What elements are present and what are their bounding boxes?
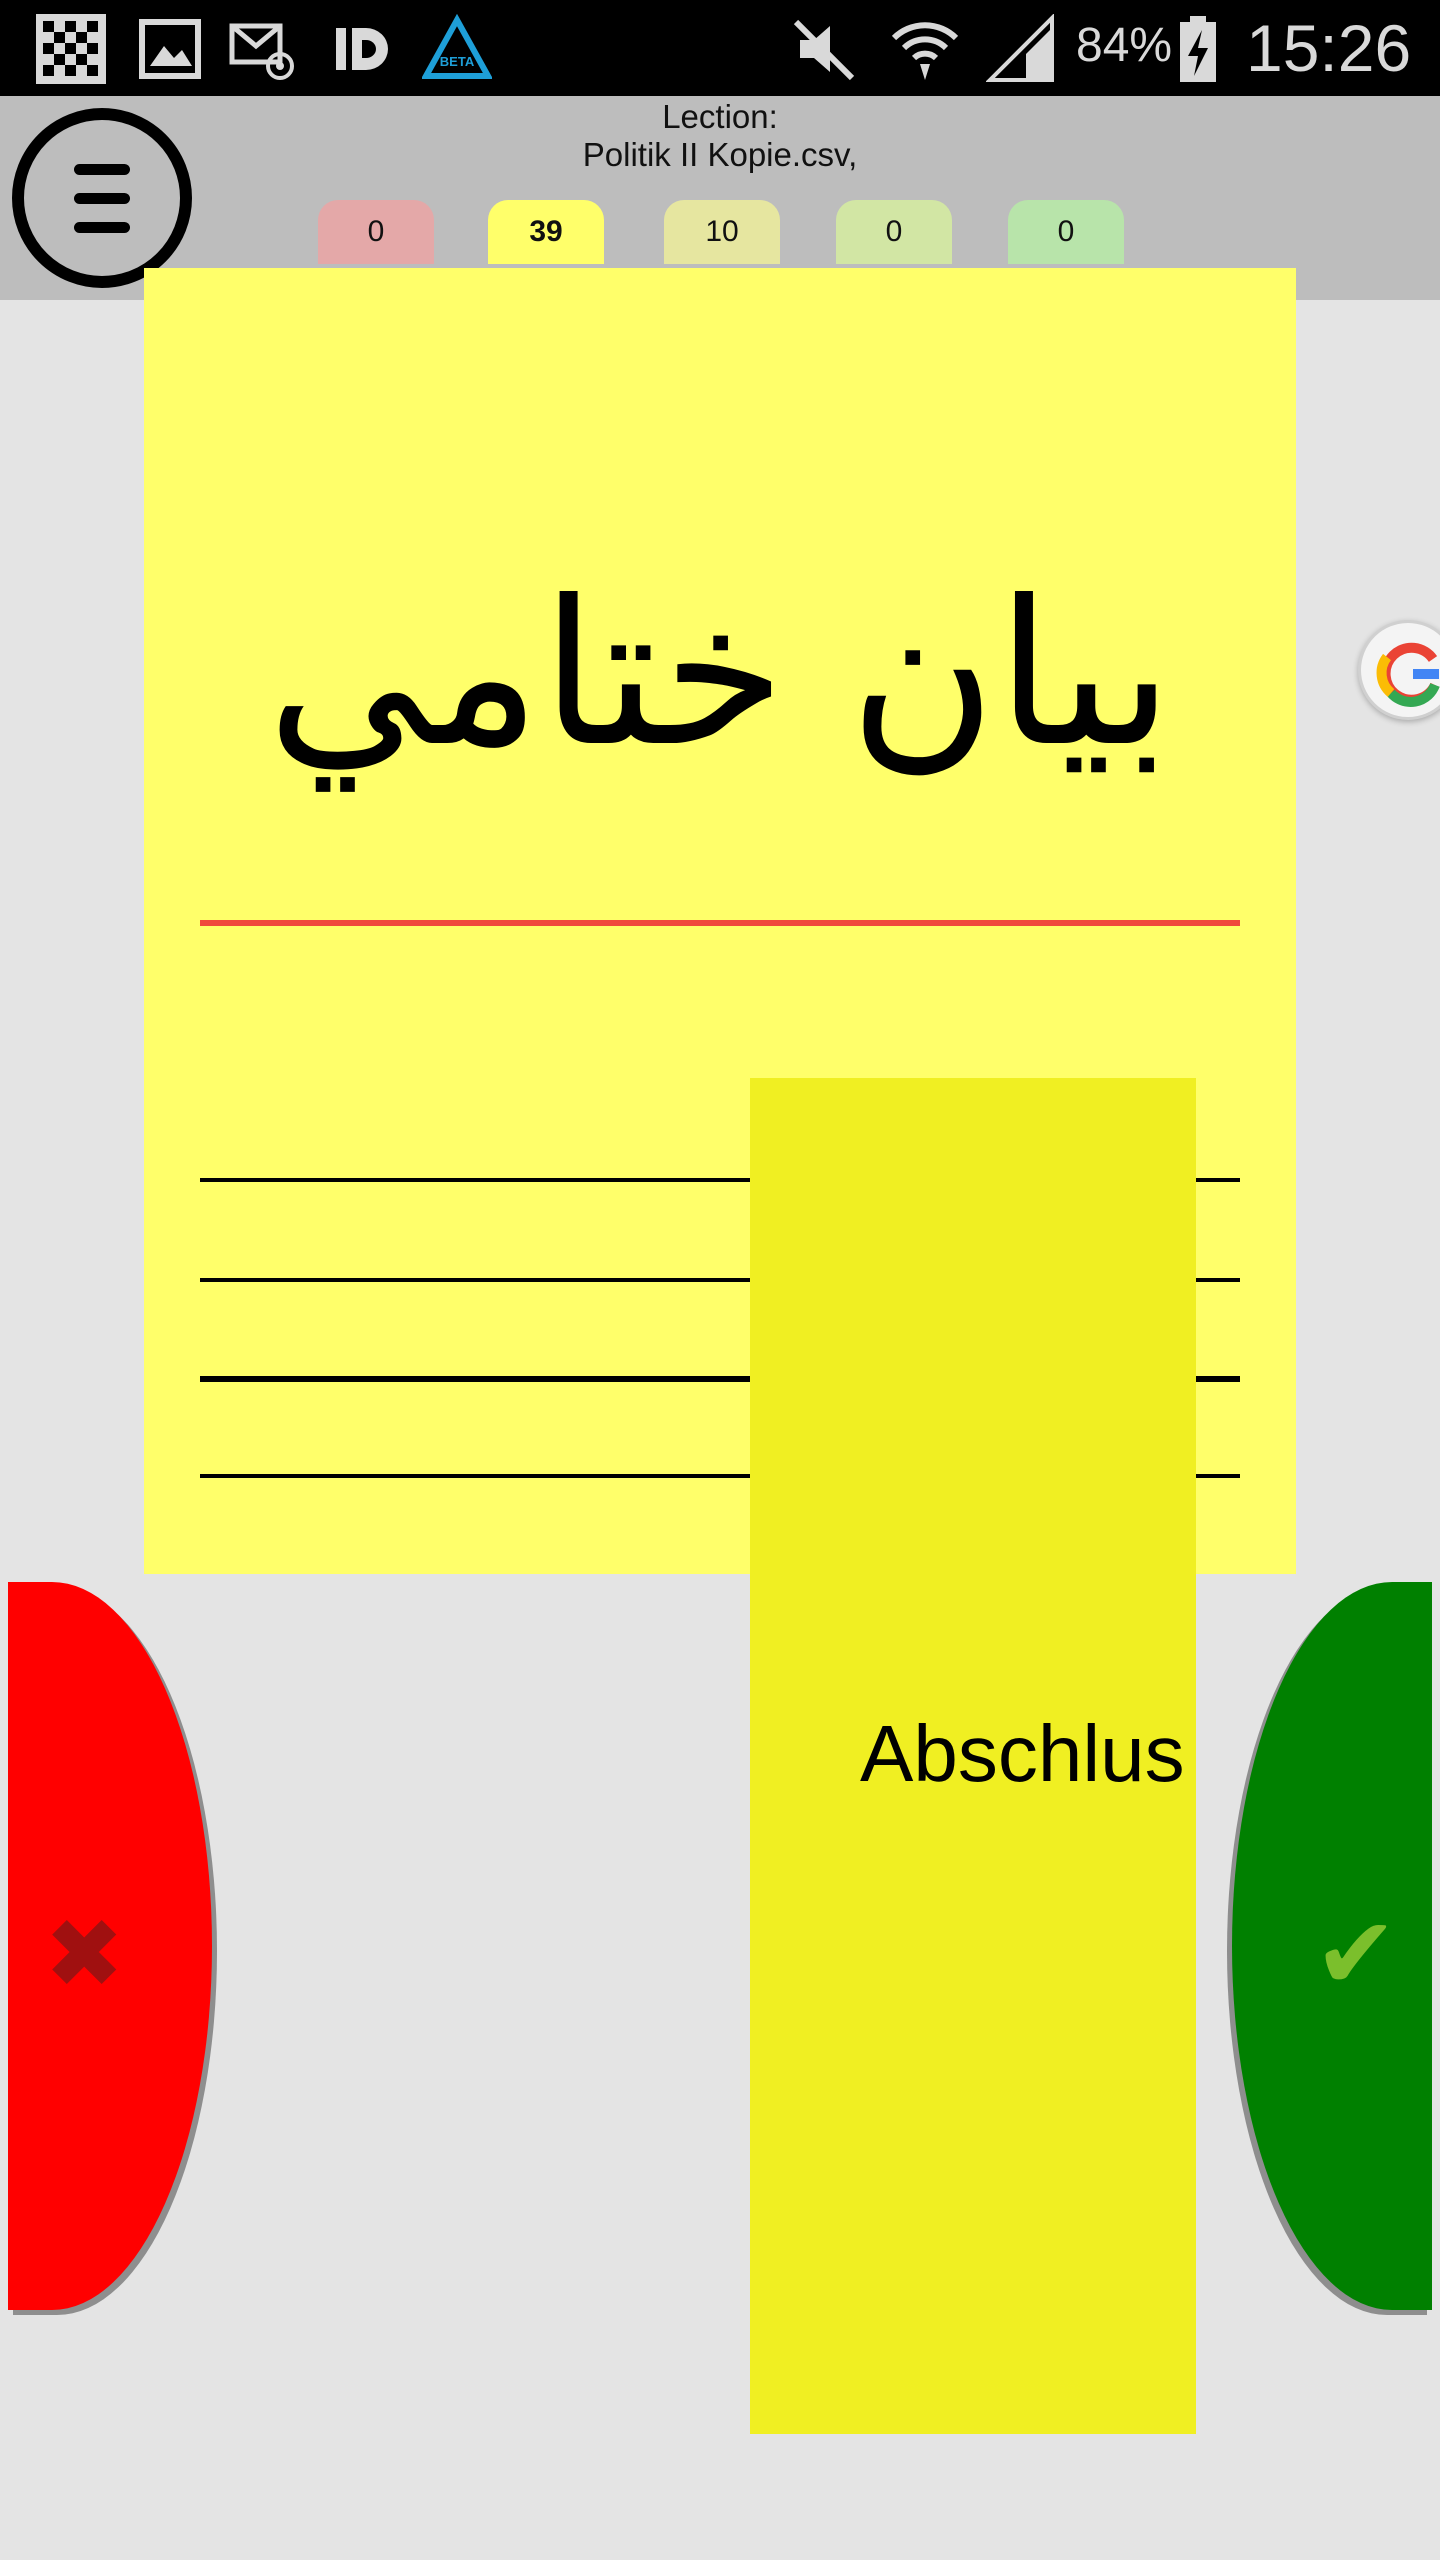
answer-text: Abschlus bbox=[860, 1709, 1185, 1798]
answer-panel[interactable]: Abschlus bbox=[750, 1078, 1196, 2434]
clock: 15:26 bbox=[1246, 11, 1412, 85]
lection-file-name: Politik II Kopie.csv, bbox=[582, 136, 858, 173]
card-divider bbox=[200, 920, 1240, 926]
box-tab-1[interactable]: 0 bbox=[318, 200, 434, 264]
cross-icon: ✖ bbox=[44, 1898, 125, 2010]
mute-icon bbox=[793, 19, 855, 81]
box-tab-5[interactable]: 0 bbox=[1008, 200, 1124, 264]
card-word: بيان ختامي bbox=[266, 558, 1174, 791]
beta-app-icon: BETA bbox=[422, 14, 492, 79]
wrong-answer-button[interactable]: ✖ bbox=[8, 1582, 212, 2310]
right-answer-button[interactable]: ✔ bbox=[1232, 1582, 1432, 2310]
box-tab-4[interactable]: 0 bbox=[836, 200, 952, 264]
box-tab-2[interactable]: 39 bbox=[488, 200, 604, 264]
wifi-icon bbox=[891, 22, 959, 80]
status-bar: BETA 84% 15:26 bbox=[0, 0, 1440, 96]
google-icon bbox=[1376, 642, 1440, 707]
box-tab-3[interactable]: 10 bbox=[664, 200, 780, 264]
checkerboard-icon bbox=[36, 14, 106, 84]
id-app-icon bbox=[336, 28, 388, 70]
menu-button[interactable] bbox=[12, 108, 192, 288]
signal-icon bbox=[986, 14, 1054, 82]
check-icon: ✔ bbox=[1314, 1895, 1398, 2012]
gallery-icon bbox=[139, 19, 201, 79]
google-floating-bubble[interactable] bbox=[1358, 620, 1440, 720]
battery-charging-icon bbox=[1180, 16, 1216, 82]
lection-label: Lection: bbox=[662, 98, 778, 135]
mail-at-icon bbox=[229, 23, 294, 80]
svg-text:BETA: BETA bbox=[440, 54, 475, 69]
battery-percent: 84% bbox=[1076, 19, 1173, 72]
